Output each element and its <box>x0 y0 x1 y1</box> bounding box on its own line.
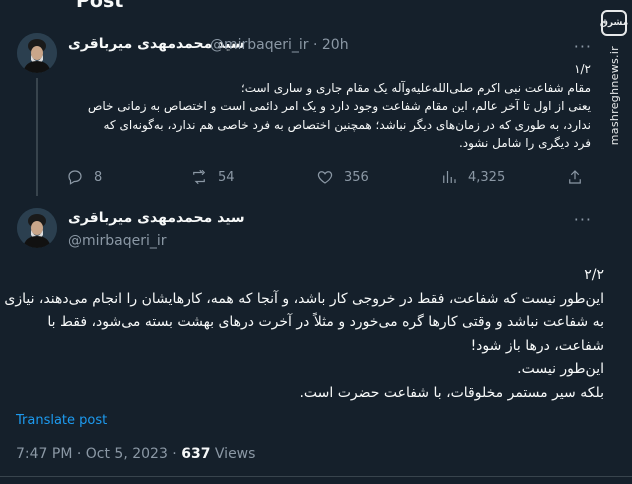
tweet-text: ۱/۲ مقام شفاعت نبی اکرم صلی‌الله‌علیه‌وآ… <box>66 60 591 153</box>
post-footer: 7:47 PM · Oct 5, 2023 · 637 Views <box>16 446 255 462</box>
tweet-line: این‌طور نیست. <box>517 361 604 377</box>
watermark: مشرق mashreghnews.ir <box>600 10 628 206</box>
views-label: Views <box>210 446 256 462</box>
tweet-line: ۱/۲ <box>574 62 591 76</box>
tweet-line: ۲/۲ <box>584 267 604 283</box>
watermark-logo: مشرق <box>600 10 628 36</box>
tweet-actions: 8 54 356 4,325 <box>66 168 591 190</box>
thread-line <box>36 78 38 196</box>
tweet-line: به شفاعت نباشد و وقتی کارها گره می‌خورد … <box>47 314 604 330</box>
author-handle[interactable]: @mirbaqeri_ir <box>68 233 167 249</box>
like-button[interactable]: 356 <box>316 168 369 186</box>
reply-count: 8 <box>94 169 103 185</box>
divider <box>0 476 632 477</box>
share-icon <box>569 170 581 184</box>
tweet-line: ندارد، به طوری که در زمان‌های دیگر نباشد… <box>103 117 592 132</box>
more-options-icon[interactable]: ··· <box>574 37 592 56</box>
repost-button[interactable]: 54 <box>190 168 235 186</box>
views-button[interactable]: 4,325 <box>440 168 505 186</box>
author-handle-time[interactable]: @mirbaqeri_ir · 20h <box>210 37 349 53</box>
reply-icon <box>68 170 82 185</box>
reply-button[interactable]: 8 <box>66 168 102 186</box>
views-icon <box>443 171 456 183</box>
tweet-line: شفاعت، درها باز شود! <box>470 337 604 354</box>
page-title: Post <box>76 0 124 12</box>
more-options-icon[interactable]: ··· <box>574 210 592 229</box>
views-count: 4,325 <box>468 169 506 185</box>
repost-icon <box>193 169 206 185</box>
like-count: 356 <box>344 169 369 185</box>
repost-count: 54 <box>218 169 235 185</box>
tweet-line: این‌طور نیست که شفاعت، فقط در خروجی کار … <box>4 290 604 307</box>
avatar-image <box>17 208 57 248</box>
avatar[interactable] <box>17 33 57 73</box>
tweet-line: فرد دیگری را شامل نشود. <box>458 136 591 150</box>
avatar[interactable] <box>17 208 57 248</box>
tweet-line: بلکه سیر مستمر مخلوقات، با شفاعت حضرت اس… <box>299 384 604 401</box>
views-count: 637 <box>181 446 211 462</box>
tweet-line: مقام شفاعت نبی اکرم صلی‌الله‌علیه‌وآله ی… <box>240 80 591 95</box>
timestamp[interactable]: 7:47 PM · Oct 5, 2023 · <box>16 446 181 462</box>
translate-post-link[interactable]: Translate post <box>16 413 107 428</box>
author-name[interactable]: سید محمدمهدی میرباقری <box>68 210 245 226</box>
share-button[interactable] <box>566 168 584 186</box>
tweet-text: ۲/۲ این‌طور نیست که شفاعت، فقط در خروجی … <box>4 264 604 405</box>
avatar-image <box>17 33 57 73</box>
watermark-url: mashreghnews.ir <box>607 46 621 146</box>
tweet-line: یعنی از اول تا آخر عالم، این مقام شفاعت … <box>87 99 591 113</box>
heart-icon <box>317 171 333 184</box>
